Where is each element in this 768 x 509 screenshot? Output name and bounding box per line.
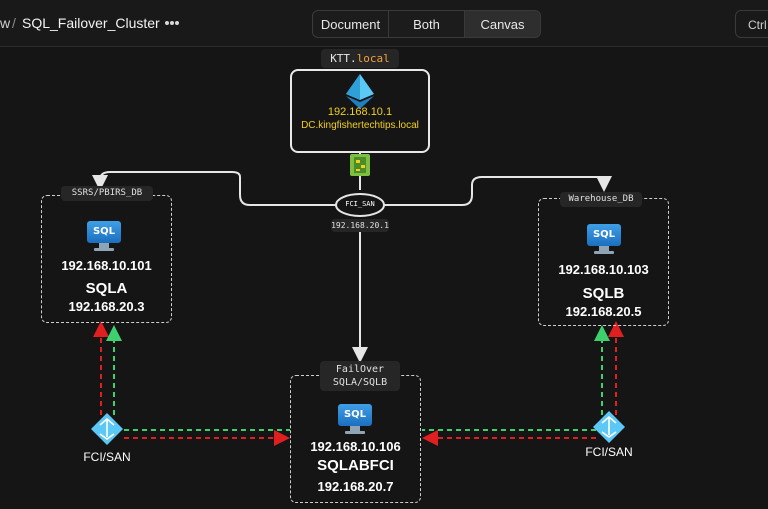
page-title[interactable]: SQL_Failover_Cluster (22, 15, 160, 31)
network-switch-icon (350, 154, 370, 176)
load-balancer-icon (91, 413, 123, 445)
sqlb-name: SQLB (582, 285, 625, 302)
view-mode-switcher: Document Both Canvas (312, 10, 541, 38)
sql-icon-text: SQL (338, 404, 372, 426)
domain-tag-suffix: local (356, 52, 390, 65)
sqla-ip-secondary: 192.168.20.3 (68, 299, 145, 314)
fci-tag: FailOver SQLA/SQLB (320, 361, 400, 391)
dc-ip: 192.168.10.1 (327, 106, 393, 118)
tab-document[interactable]: Document (313, 11, 389, 37)
tab-both[interactable]: Both (389, 11, 465, 37)
sqla-name: SQLA (85, 280, 128, 297)
fci-tag-line2: SQLA/SQLB (332, 377, 388, 388)
sql-icon-text: SQL (587, 224, 621, 246)
fci-name: SQLABFCI (317, 457, 394, 474)
sqla-ip-primary: 192.168.10.101 (61, 258, 152, 273)
breadcrumb-separator: / (12, 15, 16, 31)
fci-tag-line1: FailOver (335, 364, 385, 375)
more-horizontal-icon[interactable] (165, 21, 179, 25)
fci-ip-primary: 192.168.10.106 (310, 439, 401, 454)
sql-icon-text: SQL (87, 221, 121, 243)
sqlb-ip-secondary: 192.168.20.5 (565, 304, 642, 319)
switch-label: FCI_SAN (345, 200, 375, 208)
switch-ip-tag: 192.168.20.1 (331, 219, 389, 232)
san-left-label: FCI/SAN (83, 450, 131, 464)
breadcrumb-parent[interactable]: w (0, 15, 10, 31)
domain-tag[interactable]: KTT.local (321, 49, 399, 68)
fci-ip-secondary: 192.168.20.7 (317, 479, 394, 494)
domain-tag-prefix: KTT. (330, 52, 357, 65)
tab-canvas[interactable]: Canvas (465, 11, 540, 37)
sqla-tag: SSRS/PBIRS_DB (61, 186, 153, 201)
sql-server-icon: SQL (87, 221, 121, 251)
top-bar: w / SQL_Failover_Cluster Document Both C… (0, 0, 768, 47)
sqlb-ip-primary: 192.168.10.103 (558, 262, 649, 277)
sql-server-icon: SQL (338, 404, 372, 434)
sqlb-tag: Warehouse_DB (560, 192, 642, 207)
sql-server-icon: SQL (587, 224, 621, 254)
diagram-canvas[interactable]: KTT.local 192.168.10.1 DC.kingfishertech… (0, 47, 768, 509)
shortcut-button[interactable]: Ctrl (735, 10, 768, 38)
load-balancer-icon (593, 411, 625, 443)
dc-hostname: DC.kingfishertechtips.local (301, 120, 419, 131)
san-right-label: FCI/SAN (585, 445, 633, 459)
